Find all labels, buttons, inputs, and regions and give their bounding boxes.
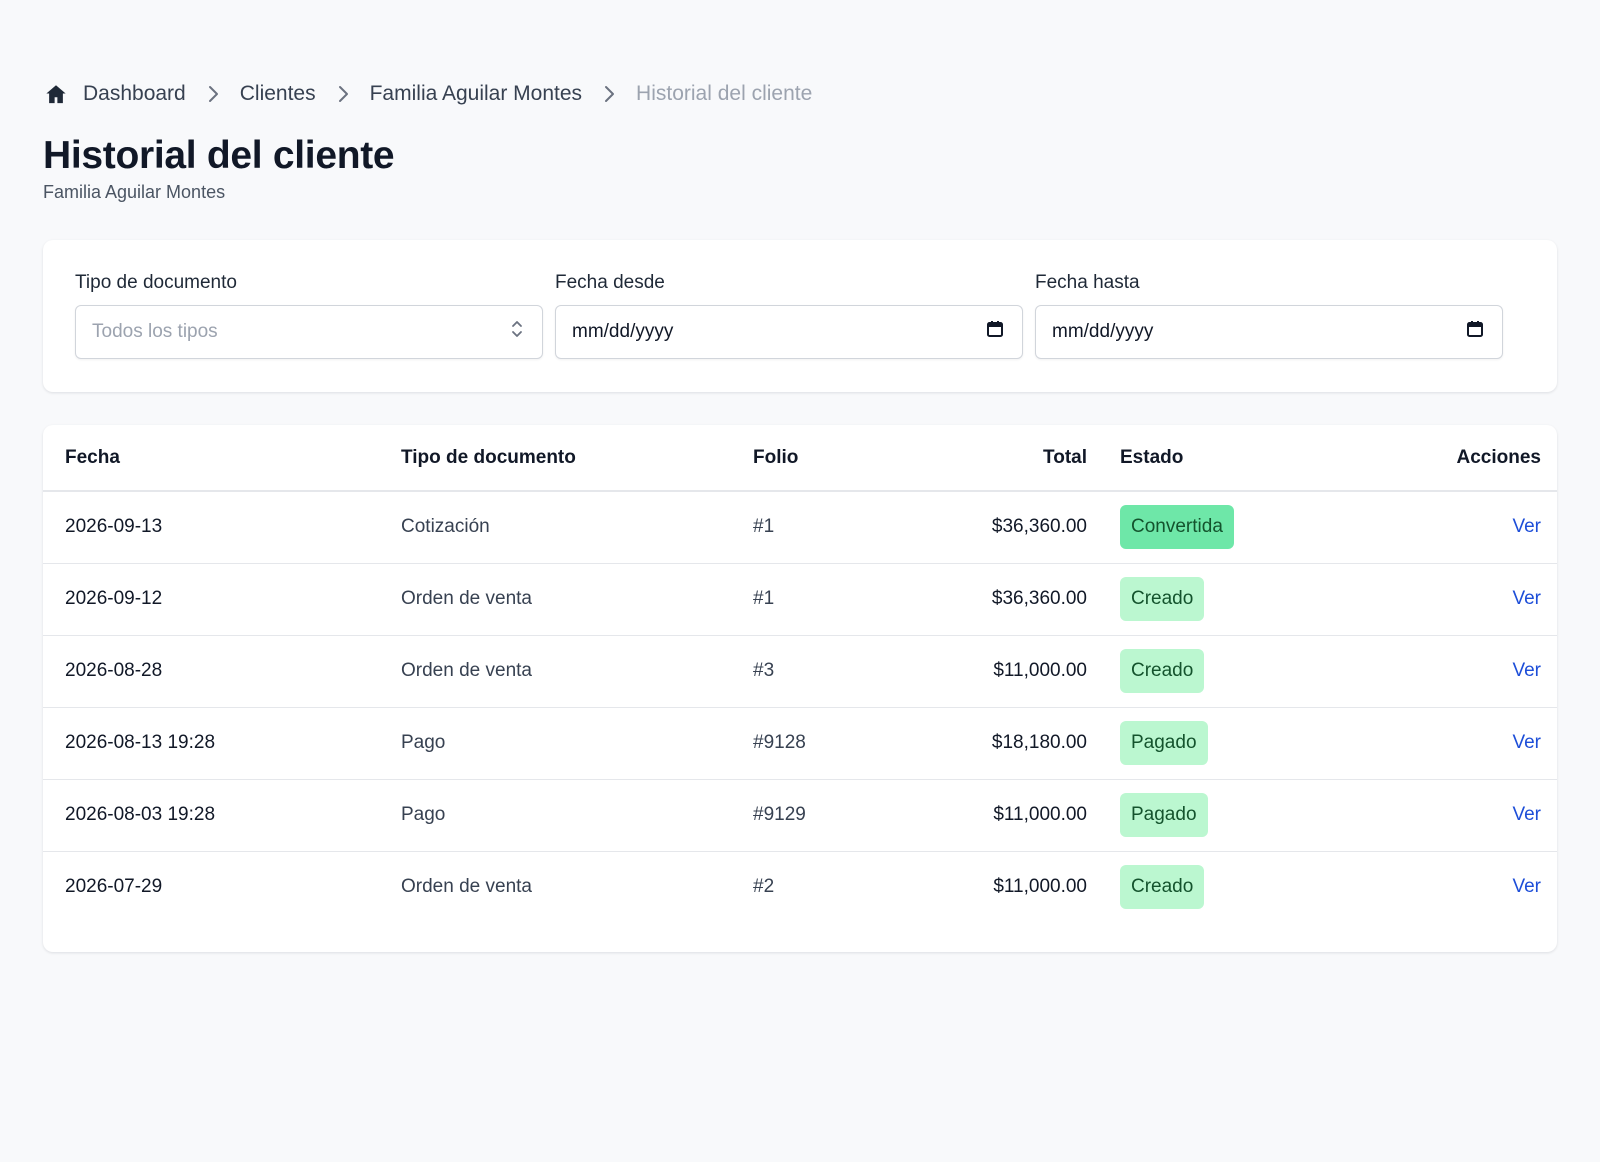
home-icon[interactable] xyxy=(45,83,67,105)
cell-tipo: Orden de venta xyxy=(401,876,532,898)
col-acciones: Acciones xyxy=(1287,425,1557,492)
table-row: 2026-08-13 19:28 Pago #9128 $18,180.00 P… xyxy=(43,707,1557,780)
select-updown-icon xyxy=(510,319,524,345)
date-from-label: Fecha desde xyxy=(555,272,665,293)
breadcrumb-cliente[interactable]: Familia Aguilar Montes xyxy=(370,82,582,106)
page-title: Historial del cliente xyxy=(43,134,395,177)
cell-tipo: Pago xyxy=(401,779,753,852)
view-link[interactable]: Ver xyxy=(1512,804,1541,825)
cell-estado: Pagado xyxy=(1087,779,1287,852)
cell-estado: Creado xyxy=(1087,851,1287,923)
status-badge: Convertida xyxy=(1120,505,1234,550)
cell-estado: Creado xyxy=(1087,563,1287,636)
date-from-input[interactable]: mm/dd/yyyy xyxy=(555,305,1023,359)
col-estado[interactable]: Estado xyxy=(1087,425,1287,492)
cell-folio: #3 xyxy=(753,635,923,708)
cell-acciones: Ver xyxy=(1287,635,1557,708)
doc-type-filter: Tipo de documento Todos los tipos xyxy=(75,272,543,359)
cell-fecha: 2026-09-12 xyxy=(43,563,401,636)
breadcrumb-clientes[interactable]: Clientes xyxy=(240,82,316,106)
cell-total: $18,180.00 xyxy=(923,707,1087,780)
cell-total: $36,360.00 xyxy=(923,491,1087,564)
filters-card: Tipo de documento Todos los tipos Fecha … xyxy=(43,240,1557,392)
cell-folio: #2 xyxy=(753,876,775,898)
cell-acciones: Ver xyxy=(1287,563,1557,636)
date-to-filter: Fecha hasta mm/dd/yyyy xyxy=(1035,272,1503,359)
cell-fecha: 2026-08-13 19:28 xyxy=(43,707,401,780)
cell-fecha: 2026-08-28 xyxy=(43,635,401,708)
status-badge: Pagado xyxy=(1120,793,1208,837)
status-badge: Creado xyxy=(1120,577,1205,621)
table-row: 2026-07-29 Orden de venta #2 $11,000.00 … xyxy=(43,851,1557,923)
cell-acciones: Ver xyxy=(1287,491,1557,564)
cell-total: $36,360.00 xyxy=(923,563,1087,636)
cell-total: $11,000.00 xyxy=(993,876,1087,898)
cell-estado: Creado xyxy=(1087,635,1287,708)
date-to-input[interactable]: mm/dd/yyyy xyxy=(1035,305,1503,359)
view-link[interactable]: Ver xyxy=(1512,588,1541,609)
date-to-value: mm/dd/yyyy xyxy=(1052,321,1154,342)
breadcrumb-dashboard[interactable]: Dashboard xyxy=(83,82,186,106)
view-link[interactable]: Ver xyxy=(1512,732,1541,753)
table-row: 2026-09-12 Orden de venta #1 $36,360.00 … xyxy=(43,563,1557,636)
status-badge: Pagado xyxy=(1120,721,1208,765)
status-badge: Creado xyxy=(1120,865,1205,910)
doc-type-placeholder: Todos los tipos xyxy=(92,321,218,342)
cell-acciones: Ver xyxy=(1287,707,1557,780)
history-table-card: Fecha Tipo de documento Folio Total Esta… xyxy=(43,425,1557,952)
date-from-filter: Fecha desde mm/dd/yyyy xyxy=(555,272,1023,359)
calendar-icon[interactable] xyxy=(986,320,1004,344)
cell-fecha: 2026-07-29 xyxy=(65,876,163,898)
cell-folio: #9129 xyxy=(753,779,923,852)
status-badge: Creado xyxy=(1120,649,1205,693)
cell-fecha: 2026-08-03 19:28 xyxy=(43,779,401,852)
cell-tipo: Cotización xyxy=(401,491,753,564)
date-from-value: mm/dd/yyyy xyxy=(572,321,674,342)
breadcrumb-current: Historial del cliente xyxy=(636,82,813,105)
cell-acciones: Ver xyxy=(1287,779,1557,852)
cell-tipo: Pago xyxy=(401,707,753,780)
chevron-right-icon xyxy=(316,85,370,103)
cell-estado: Pagado xyxy=(1087,707,1287,780)
table-row: 2026-08-28 Orden de venta #3 $11,000.00 … xyxy=(43,635,1557,708)
view-link[interactable]: Ver xyxy=(1512,876,1541,897)
cell-total: $11,000.00 xyxy=(923,635,1087,708)
chevron-right-icon xyxy=(582,85,636,103)
calendar-icon[interactable] xyxy=(1466,320,1484,344)
view-link[interactable]: Ver xyxy=(1512,516,1541,537)
doc-type-select[interactable]: Todos los tipos xyxy=(75,305,543,359)
col-fecha[interactable]: Fecha xyxy=(43,425,401,492)
history-table: Fecha Tipo de documento Folio Total Esta… xyxy=(43,425,1557,923)
view-link[interactable]: Ver xyxy=(1512,660,1541,681)
cell-tipo: Orden de venta xyxy=(401,635,753,708)
col-tipo[interactable]: Tipo de documento xyxy=(401,425,753,492)
table-header-row: Fecha Tipo de documento Folio Total Esta… xyxy=(43,425,1557,492)
doc-type-label: Tipo de documento xyxy=(75,272,237,293)
cell-fecha: 2026-09-13 xyxy=(43,491,401,564)
chevron-right-icon xyxy=(186,85,240,103)
date-to-label: Fecha hasta xyxy=(1035,272,1140,293)
table-row: 2026-08-03 19:28 Pago #9129 $11,000.00 P… xyxy=(43,779,1557,852)
cell-total: $11,000.00 xyxy=(923,779,1087,852)
cell-folio: #9128 xyxy=(753,707,923,780)
cell-folio: #1 xyxy=(753,563,923,636)
col-folio[interactable]: Folio xyxy=(753,425,923,492)
cell-estado: Convertida xyxy=(1087,491,1287,564)
cell-tipo: Orden de venta xyxy=(401,563,753,636)
page: Dashboard Clientes Familia Aguilar Monte… xyxy=(0,0,1600,1162)
cell-acciones: Ver xyxy=(1287,851,1557,923)
breadcrumb: Dashboard Clientes Familia Aguilar Monte… xyxy=(45,78,812,110)
cell-folio: #1 xyxy=(753,491,923,564)
page-subtitle: Familia Aguilar Montes xyxy=(43,182,226,202)
col-total[interactable]: Total xyxy=(923,425,1087,492)
table-row: 2026-09-13 Cotización #1 $36,360.00 Conv… xyxy=(43,491,1557,564)
